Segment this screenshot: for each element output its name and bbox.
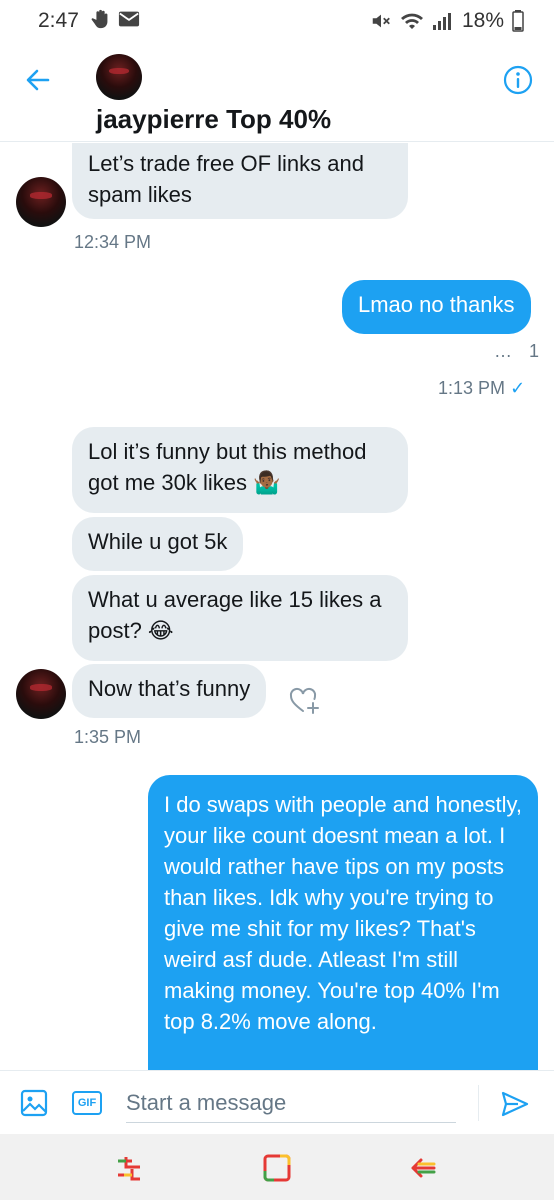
mute-icon (372, 14, 390, 28)
incoming-message[interactable]: Now that’s funny (72, 664, 267, 718)
message-list[interactable]: Let’s trade free OF links and spam likes… (0, 143, 554, 1070)
back-arrow-icon[interactable] (22, 64, 54, 96)
sender-avatar[interactable] (16, 177, 66, 227)
message-composer: GIF (0, 1070, 554, 1134)
outgoing-message[interactable]: Lmao no thanks (342, 280, 531, 334)
system-nav-bar (0, 1134, 554, 1200)
message-timestamp: 12:34 PM (74, 232, 152, 252)
photo-icon[interactable] (20, 1089, 48, 1117)
message-input[interactable] (126, 1083, 456, 1123)
add-reaction-icon[interactable] (288, 685, 322, 717)
incoming-message[interactable]: What u average like 15 likes a post? 😂 (72, 575, 408, 661)
incoming-message[interactable]: Lol it’s funny but this method got me 30… (72, 427, 408, 513)
message-timestamp: 1:13 PM ✓ (438, 378, 526, 398)
back-nav-icon[interactable] (406, 1151, 440, 1185)
sender-avatar[interactable] (16, 669, 66, 719)
hand-icon (91, 9, 108, 29)
recent-apps-icon[interactable] (112, 1151, 146, 1185)
battery-icon (512, 10, 524, 32)
contact-avatar[interactable] (96, 54, 142, 100)
message-timestamp: 1:35 PM (74, 727, 142, 747)
read-check-icon: ✓ (510, 378, 526, 398)
conversation-header: jaaypierre Top 40% (0, 42, 554, 142)
composer-divider (478, 1085, 479, 1121)
incoming-message[interactable]: While u got 5k (72, 517, 244, 571)
battery-percent: 18% (461, 9, 504, 32)
wifi-icon (400, 13, 423, 29)
gif-button[interactable]: GIF (72, 1091, 102, 1115)
mail-icon (118, 11, 140, 27)
incoming-message[interactable]: Let’s trade free OF links and spam likes (72, 143, 408, 219)
send-icon[interactable] (500, 1089, 530, 1119)
contact-name[interactable]: jaaypierre Top 40% (96, 104, 331, 135)
reaction-indicator[interactable]: … 1 (494, 341, 539, 362)
home-icon[interactable] (260, 1151, 294, 1185)
signal-icon (432, 13, 451, 30)
info-icon[interactable] (502, 64, 534, 96)
status-time: 2:47 (38, 9, 79, 32)
status-bar: 2:47 18% (0, 0, 554, 42)
outgoing-message[interactable]: I do swaps with people and honestly, you… (148, 775, 538, 1070)
